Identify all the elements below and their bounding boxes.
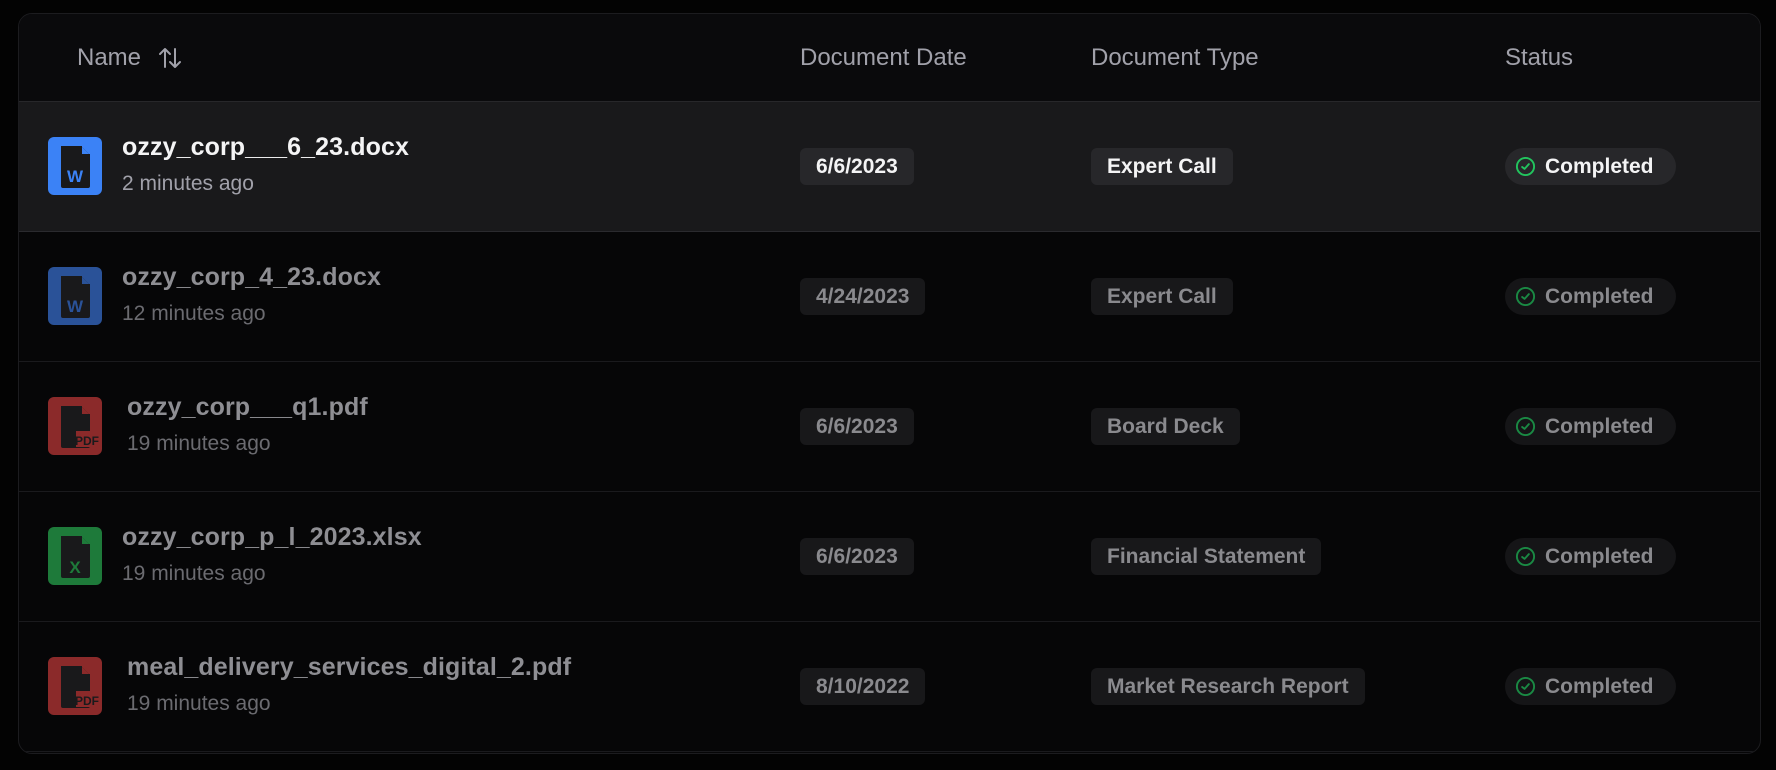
svg-text:PDF: PDF bbox=[75, 434, 99, 448]
document-date-badge: 6/6/2023 bbox=[800, 408, 914, 445]
column-header-name-label: Name bbox=[77, 44, 142, 71]
table-row[interactable]: PDF ozzy_corp___q1.pdf 19 minutes ago 6/… bbox=[19, 362, 1760, 492]
document-date-badge: 6/6/2023 bbox=[800, 148, 914, 185]
file-name[interactable]: ozzy_corp___6_23.docx bbox=[122, 133, 409, 162]
column-header-status[interactable]: Status bbox=[1505, 14, 1573, 102]
file-name[interactable]: ozzy_corp_4_23.docx bbox=[122, 263, 381, 292]
table-row[interactable]: X ozzy_corp_p_l_2023.xlsx 19 minutes ago… bbox=[19, 492, 1760, 622]
check-circle-icon bbox=[1515, 676, 1536, 697]
column-header-document-type[interactable]: Document Type bbox=[1091, 14, 1259, 102]
status-label: Completed bbox=[1545, 414, 1654, 438]
svg-text:W: W bbox=[67, 167, 84, 186]
column-header-document-date[interactable]: Document Date bbox=[800, 14, 967, 102]
upload-time: 12 minutes ago bbox=[122, 302, 266, 325]
document-type-badge: Market Research Report bbox=[1091, 668, 1365, 705]
table-row[interactable]: W ozzy_corp___6_23.docx 2 minutes ago 6/… bbox=[19, 102, 1760, 232]
svg-text:W: W bbox=[67, 297, 84, 316]
check-circle-icon bbox=[1515, 416, 1536, 437]
check-circle-icon bbox=[1515, 286, 1536, 307]
status-label: Completed bbox=[1545, 674, 1654, 698]
document-date-badge: 4/24/2023 bbox=[800, 278, 926, 315]
upload-time: 19 minutes ago bbox=[122, 562, 266, 585]
document-type-badge: Expert Call bbox=[1091, 148, 1233, 185]
document-type-badge: Board Deck bbox=[1091, 408, 1240, 445]
status-badge: Completed bbox=[1505, 278, 1676, 315]
svg-text:PDF: PDF bbox=[75, 694, 99, 708]
status-badge: Completed bbox=[1505, 408, 1676, 445]
document-type-badge: Expert Call bbox=[1091, 278, 1233, 315]
status-badge: Completed bbox=[1505, 148, 1676, 185]
document-type-badge: Financial Statement bbox=[1091, 538, 1322, 575]
document-date-badge: 6/6/2023 bbox=[800, 538, 914, 575]
table-row[interactable]: PDF meal_delivery_services_digital_2.pdf… bbox=[19, 622, 1760, 752]
status-label: Completed bbox=[1545, 544, 1654, 568]
check-circle-icon bbox=[1515, 546, 1536, 567]
document-date-badge: 8/10/2022 bbox=[800, 668, 926, 705]
sort-arrows-icon[interactable] bbox=[157, 45, 183, 71]
documents-table: Name Document Date Document Type Status … bbox=[18, 13, 1761, 754]
file-name[interactable]: ozzy_corp_p_l_2023.xlsx bbox=[122, 523, 422, 552]
excel-file-icon: X bbox=[48, 527, 102, 585]
table-row[interactable]: W ozzy_corp_4_23.docx 12 minutes ago 4/2… bbox=[19, 232, 1760, 362]
column-header-name[interactable]: Name bbox=[77, 14, 183, 102]
status-label: Completed bbox=[1545, 154, 1654, 178]
status-label: Completed bbox=[1545, 284, 1654, 308]
word-file-icon: W bbox=[48, 267, 102, 325]
svg-text:X: X bbox=[69, 558, 81, 577]
word-file-icon: W bbox=[48, 137, 102, 195]
upload-time: 19 minutes ago bbox=[127, 692, 271, 715]
table-header: Name Document Date Document Type Status bbox=[19, 14, 1760, 102]
file-name[interactable]: meal_delivery_services_digital_2.pdf bbox=[127, 653, 571, 682]
file-name[interactable]: ozzy_corp___q1.pdf bbox=[127, 393, 368, 422]
pdf-file-icon: PDF bbox=[48, 397, 102, 455]
pdf-file-icon: PDF bbox=[48, 657, 102, 715]
check-circle-icon bbox=[1515, 156, 1536, 177]
status-badge: Completed bbox=[1505, 668, 1676, 705]
upload-time: 2 minutes ago bbox=[122, 172, 254, 195]
status-badge: Completed bbox=[1505, 538, 1676, 575]
upload-time: 19 minutes ago bbox=[127, 432, 271, 455]
